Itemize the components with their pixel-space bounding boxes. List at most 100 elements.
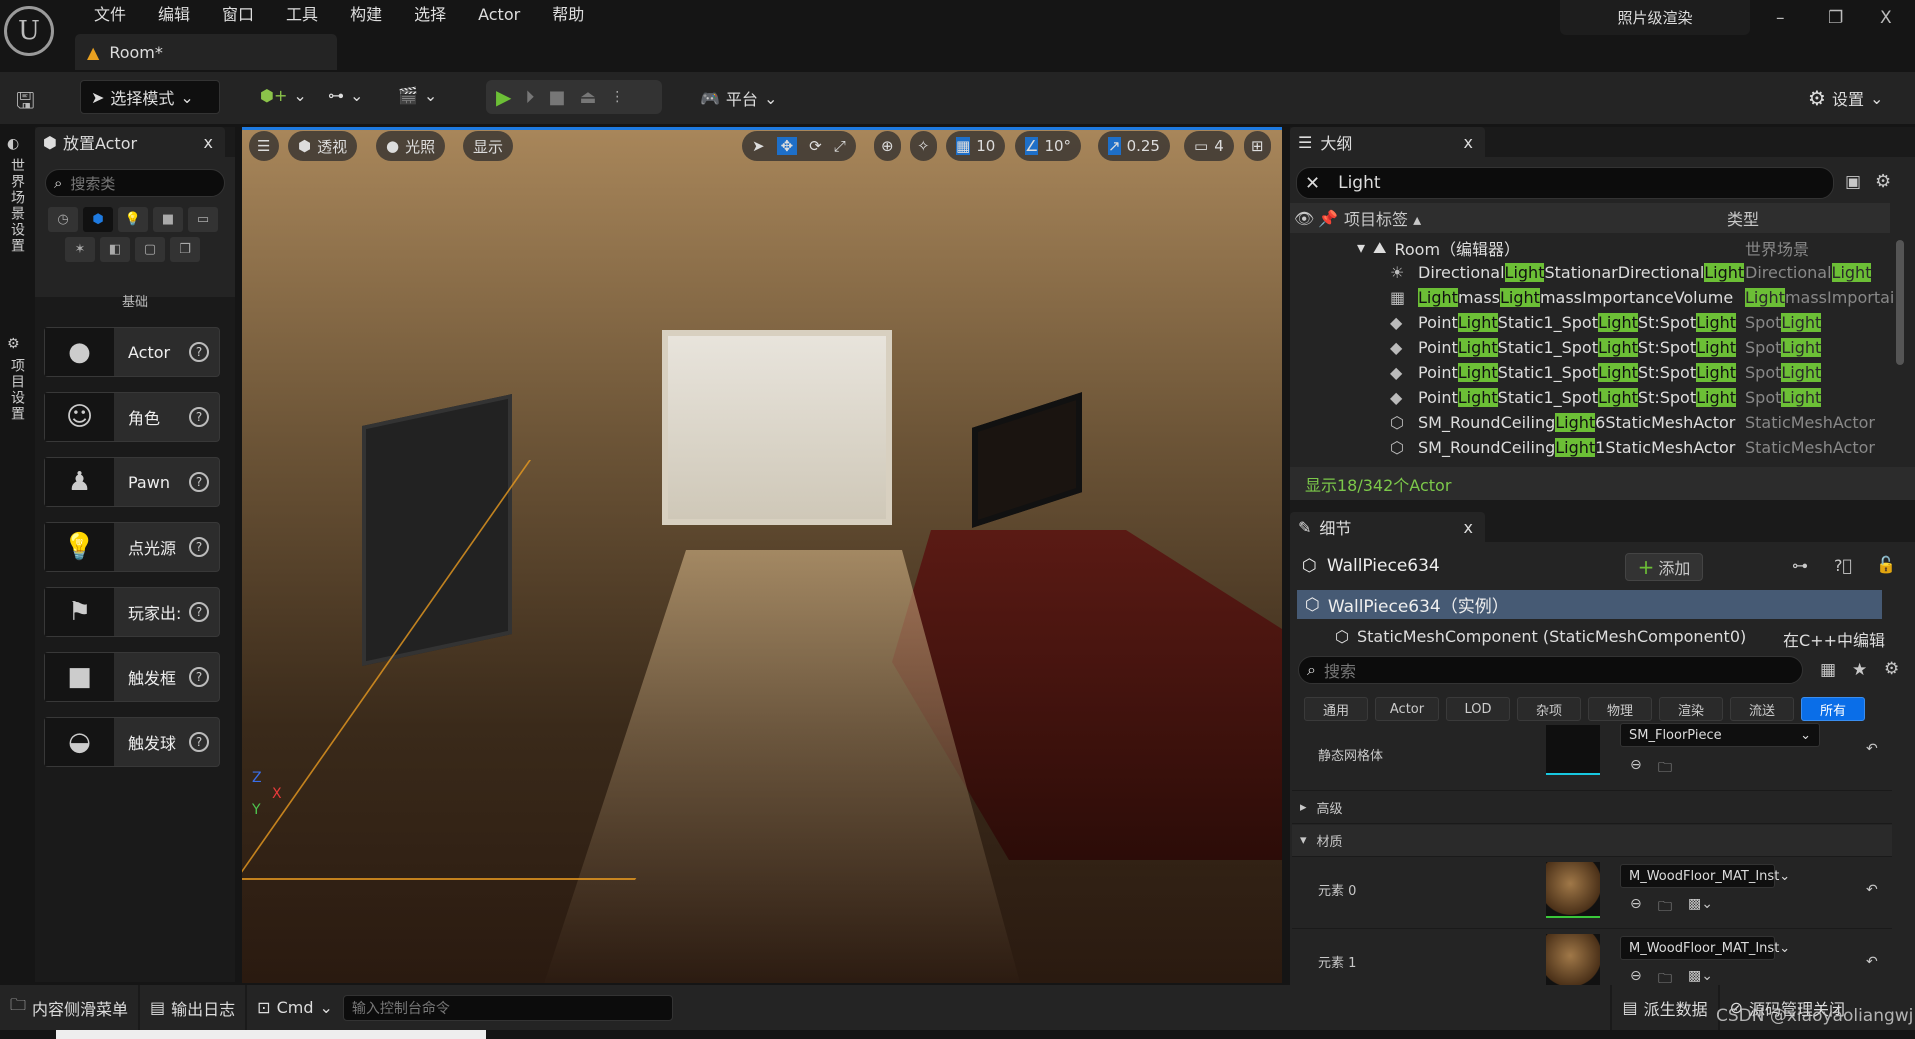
filter-tab[interactable]: LOD (1446, 697, 1510, 721)
outliner-scrollbar[interactable] (1896, 240, 1904, 365)
level-viewport[interactable]: ZXY (242, 127, 1282, 983)
tab-outliner[interactable]: ☰ 大纲 x (1290, 127, 1485, 157)
help-icon[interactable]: ? (189, 407, 209, 427)
pin-icon[interactable]: 📌 (1318, 209, 1344, 228)
play-icon[interactable]: ▶ (496, 85, 511, 109)
gear-icon[interactable]: ⚙ (1884, 659, 1899, 679)
minimize-button[interactable]: – (1776, 8, 1785, 28)
derived-data-button[interactable]: ▤ 派生数据 (1610, 985, 1720, 1030)
filter-tab[interactable]: 流送 (1730, 697, 1794, 721)
scale-snap[interactable]: ↗ 0.25 (1098, 131, 1170, 161)
close-button[interactable]: X (1880, 8, 1892, 28)
reset-icon[interactable]: ↶ (1866, 954, 1878, 970)
reset-icon[interactable]: ↶ (1866, 741, 1878, 757)
component-row[interactable]: ⬡ StaticMeshComponent (StaticMeshComponen… (1335, 627, 1885, 651)
filter-tab[interactable]: 杂项 (1517, 697, 1581, 721)
edit-in-cpp-link[interactable]: 在C++中编辑 (1783, 627, 1885, 651)
blueprint-icon[interactable]: ⊶ (1792, 556, 1808, 575)
close-icon[interactable]: x (1464, 518, 1473, 537)
place-actor-item[interactable]: ■ 触发框? (44, 652, 220, 702)
help-icon[interactable]: ? (189, 472, 209, 492)
outliner-row[interactable]: ◆ Point Light Static1_Spot Light St:Spot Light… (1290, 310, 1890, 335)
lock-icon[interactable]: 🔓 (1876, 555, 1896, 574)
tab-details[interactable]: ✎ 细节 x (1290, 512, 1485, 542)
menu-item[interactable]: 工具 (270, 4, 334, 26)
material-dropdown[interactable]: M_WoodFloor_MAT_Inst ⌄ (1620, 936, 1790, 960)
filter-tab[interactable]: 通用 (1304, 697, 1368, 721)
viewport-layout-button[interactable]: ⊞ (1244, 131, 1271, 161)
settings-button[interactable]: ⚙ 设置 ⌄ (1808, 86, 1883, 110)
rotate-icon[interactable]: ⟳ (809, 137, 822, 155)
outliner-row[interactable]: ◆ Point Light Static1_Spot Light St:Spot Light… (1290, 335, 1890, 360)
place-actor-item[interactable]: 💡 点光源? (44, 522, 220, 572)
world-local-toggle[interactable]: ⊕ (874, 131, 901, 161)
outliner-search-input[interactable]: ✕ Light (1296, 167, 1834, 199)
save-icon[interactable]: 🖫 (16, 84, 35, 122)
reset-icon[interactable]: ↶ (1866, 882, 1878, 898)
details-search-input[interactable]: ⌕ 搜索 (1298, 656, 1803, 684)
eject-icon[interactable]: ⏏ (579, 87, 596, 108)
gear-icon[interactable]: ⚙ (1875, 171, 1891, 192)
rotation-snap[interactable]: ∠ 10° (1015, 131, 1082, 161)
filter-tab[interactable]: 物理 (1588, 697, 1652, 721)
use-selected-icon[interactable]: ⊖ (1630, 896, 1642, 912)
lights-icon[interactable]: 💡 (118, 207, 148, 232)
help-icon[interactable]: ? (189, 732, 209, 752)
select-mode-dropdown[interactable]: ➤ 选择模式 ⌄ (80, 80, 220, 114)
help-icon[interactable]: ? (189, 342, 209, 362)
use-selected-icon[interactable]: ⊖ (1630, 757, 1642, 773)
project-settings-tab[interactable]: ⚙ 项目设置 (7, 336, 27, 422)
cmd-dropdown[interactable]: ⊡ Cmd ⌄ (247, 985, 343, 1030)
place-actor-item[interactable]: ● Actor? (44, 327, 220, 377)
surface-snap-toggle[interactable]: ✧ (910, 131, 937, 161)
perspective-button[interactable]: ⬢ 透视 (288, 131, 358, 161)
tab-room[interactable]: ▲ Room* (75, 34, 337, 70)
visual-effects-icon[interactable]: ✶ (65, 237, 95, 262)
camera-speed[interactable]: ▭ 4 (1184, 131, 1234, 161)
add-actor-button[interactable]: ⬢+ ⌄ (260, 86, 307, 105)
clear-search-icon[interactable]: ✕ (1305, 173, 1320, 194)
cinematic-icon[interactable]: ▭ (188, 207, 218, 232)
content-drawer-button[interactable]: 🗀 内容侧滑菜单 (0, 985, 141, 1030)
browse-icon[interactable]: 🗀 (1658, 896, 1672, 920)
place-actor-item[interactable]: ◒ 触发球? (44, 717, 220, 767)
material-dropdown[interactable]: M_WoodFloor_MAT_Inst ⌄ (1620, 864, 1790, 888)
select-icon[interactable]: ➤ (752, 137, 765, 155)
move-icon[interactable]: ✥ (776, 137, 798, 155)
menu-item[interactable]: Actor (462, 4, 536, 26)
checker-icon[interactable]: ▩⌄ (1688, 968, 1713, 984)
class-search-input[interactable]: ⌕ 搜索类 (45, 169, 225, 197)
expand-icon[interactable]: ▾ (1357, 238, 1365, 257)
menu-item[interactable]: 选择 (398, 4, 462, 26)
advanced-section[interactable]: ▸ 高级 (1292, 792, 1892, 824)
filter-tab[interactable]: 所有 (1801, 697, 1865, 721)
basic-icon[interactable]: ⬢ (83, 207, 113, 232)
console-input[interactable]: 输入控制台命令 (342, 994, 673, 1021)
browse-icon[interactable]: 🗀 (1658, 757, 1672, 781)
geometry-icon[interactable]: ◧ (100, 237, 130, 262)
static-mesh-dropdown[interactable]: SM_FloorPiece ⌄ (1620, 723, 1820, 747)
shapes-icon[interactable]: ■ (153, 207, 183, 232)
checker-icon[interactable]: ▩⌄ (1688, 896, 1713, 912)
use-selected-icon[interactable]: ⊖ (1630, 968, 1642, 984)
help-icon[interactable]: ? (189, 667, 209, 687)
tab-place-actors[interactable]: ⬢ 放置Actor x (35, 127, 225, 157)
world-settings-tab[interactable]: ◐ 世界场景设置 (7, 136, 27, 254)
help-icon[interactable]: ?⃝ (1834, 556, 1852, 575)
volumes-icon[interactable]: ▢ (135, 237, 165, 262)
menu-item[interactable]: 窗口 (206, 4, 270, 26)
place-actor-item[interactable]: ♟ Pawn? (44, 457, 220, 507)
outliner-root[interactable]: ▾ ⛰ Room（编辑器） 世界场景 (1290, 235, 1890, 260)
output-log-button[interactable]: ▤ 输出日志 (140, 985, 248, 1030)
recent-icon[interactable]: ◷ (48, 207, 78, 232)
place-actor-item[interactable]: ☺ 角色? (44, 392, 220, 442)
filter-tab[interactable]: 渲染 (1659, 697, 1723, 721)
close-icon[interactable]: x (1464, 133, 1473, 152)
stop-icon[interactable]: ■ (548, 87, 565, 108)
column-label[interactable]: 项目标签 ▴ (1344, 206, 1727, 230)
all-classes-icon[interactable]: ❐ (170, 237, 200, 262)
menu-item[interactable]: 构建 (334, 4, 398, 26)
menu-item[interactable]: 帮助 (536, 4, 600, 26)
filter-tab[interactable]: Actor (1375, 697, 1439, 721)
menu-item[interactable]: 编辑 (142, 4, 206, 26)
